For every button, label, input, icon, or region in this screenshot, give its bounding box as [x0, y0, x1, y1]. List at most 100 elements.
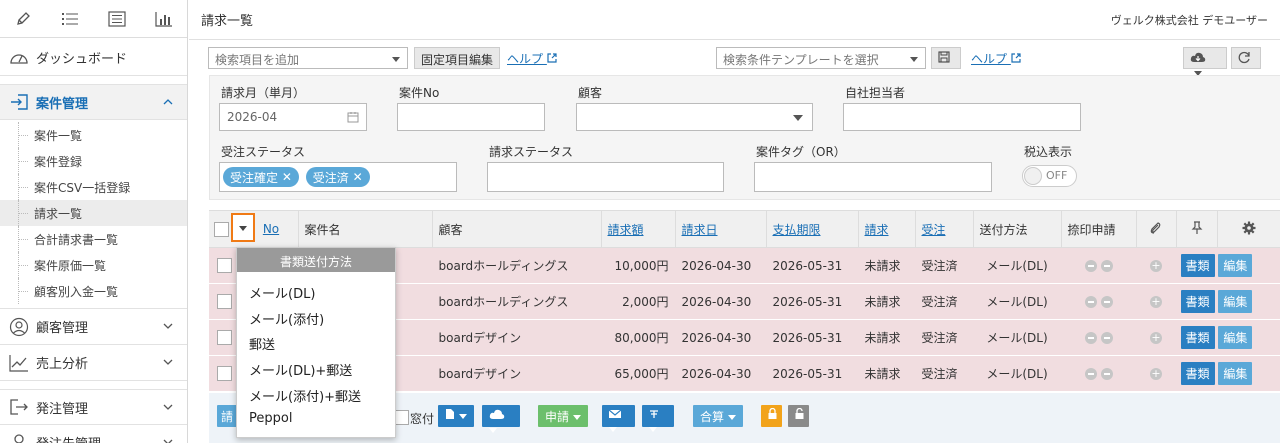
apply-menu-button[interactable]: 申請 [538, 405, 588, 427]
project-no-input[interactable] [397, 103, 545, 131]
save-template-button[interactable] [931, 47, 961, 69]
document-menu-button[interactable] [438, 405, 474, 427]
download-menu-button[interactable] [482, 405, 520, 433]
header-billing[interactable]: 請求 [858, 210, 916, 248]
window-checkbox[interactable] [394, 410, 409, 425]
help-link-2[interactable]: ヘルプ [971, 50, 1021, 67]
plus-circle-icon[interactable]: + [1150, 260, 1162, 272]
pencil-icon[interactable] [0, 11, 47, 27]
minus-circle-icon[interactable] [1100, 260, 1113, 272]
row-send-method: メール(DL) [973, 319, 1062, 356]
list-icon[interactable] [47, 11, 94, 27]
help-link[interactable]: ヘルプ [507, 50, 557, 67]
cloud-menu-button[interactable] [1183, 47, 1227, 76]
sidebar-item-customer-payments[interactable]: 顧客別入金一覧 [0, 278, 187, 304]
row-amount: 10,000円 [601, 247, 676, 284]
stamp-menu-button[interactable] [642, 405, 674, 432]
document-button[interactable]: 書類 [1180, 254, 1215, 277]
sidebar-item-billing-list[interactable]: 請求一覧 [0, 200, 187, 226]
add-search-item-select[interactable]: 検索項目を追加 [208, 47, 408, 69]
billing-status-input[interactable] [487, 162, 724, 192]
header-due[interactable]: 支払期限 [766, 210, 859, 248]
close-icon[interactable]: ✕ [282, 170, 292, 184]
header-send-method: 送付方法 [973, 210, 1062, 248]
nav-order-mgmt[interactable]: 発注管理 [0, 389, 187, 425]
header-amount[interactable]: 請求額 [601, 210, 676, 248]
popup-item[interactable]: 郵送 [237, 330, 395, 356]
minus-circle-icon[interactable] [1100, 296, 1113, 308]
row-checkbox[interactable] [217, 330, 232, 345]
row-checkbox[interactable] [217, 366, 232, 381]
gear-icon[interactable] [1242, 221, 1256, 235]
nav-supplier-mgmt[interactable]: 発注先管理 [0, 425, 187, 443]
popup-item[interactable]: Peppol [237, 407, 395, 433]
plus-circle-icon[interactable]: + [1150, 368, 1162, 380]
tax-toggle-state: OFF [1046, 169, 1068, 182]
pin-icon[interactable] [1191, 220, 1203, 235]
mail-menu-button[interactable] [602, 405, 635, 432]
minus-circle-icon[interactable] [1084, 260, 1097, 272]
row-attachment: + [1136, 319, 1177, 356]
assignee-input[interactable] [843, 103, 1081, 131]
edit-button[interactable]: 編集 [1218, 254, 1253, 277]
send-method-popup: 書類送付方法 メール(DL) メール(添付) 郵送 メール(DL)+郵送 メール… [236, 247, 396, 438]
document-button[interactable]: 書類 [1180, 290, 1215, 313]
sidebar-item-project-list[interactable]: 案件一覧 [0, 122, 187, 148]
order-status-tag[interactable]: 受注確定 ✕ [223, 167, 299, 187]
nav-dashboard-label: ダッシュボード [36, 52, 128, 67]
document-button[interactable]: 書類 [1180, 362, 1215, 385]
chevron-down-icon [163, 356, 173, 371]
edit-button[interactable]: 編集 [1218, 362, 1253, 385]
nav-sales-analysis[interactable]: 売上分析 [0, 345, 187, 381]
chevron-down-icon [163, 320, 173, 335]
header-project: 案件名 [298, 210, 433, 248]
bar-chart-icon[interactable] [140, 11, 187, 27]
row-order-status: 受注済 [915, 319, 974, 356]
plus-circle-icon[interactable]: + [1150, 332, 1162, 344]
header-bill-date-label: 請求日 [681, 222, 718, 237]
nav-dashboard[interactable]: ダッシュボード [0, 40, 187, 76]
sidebar-item-project-cost[interactable]: 案件原価一覧 [0, 252, 187, 278]
popup-item[interactable]: メール(添付)+郵送 [237, 382, 395, 408]
row-billing-status: 未請求 [858, 283, 916, 320]
order-status-input[interactable]: 受注確定 ✕ 受注済 ✕ [219, 162, 457, 192]
nav-customer-mgmt[interactable]: 顧客管理 [0, 309, 187, 345]
minus-circle-icon[interactable] [1100, 368, 1113, 380]
popup-item[interactable]: メール(DL) [237, 279, 395, 305]
customer-select[interactable] [576, 103, 813, 131]
row-checkbox[interactable] [217, 258, 232, 273]
header-no[interactable]: No [263, 222, 279, 236]
minus-circle-icon[interactable] [1084, 332, 1097, 344]
sidebar-item-project-register[interactable]: 案件登録 [0, 148, 187, 174]
plus-circle-icon[interactable]: + [1150, 296, 1162, 308]
refresh-button[interactable] [1231, 47, 1261, 69]
minus-circle-icon[interactable] [1084, 368, 1097, 380]
billing-month-input[interactable]: 2026-04 [219, 103, 367, 131]
tax-display-toggle[interactable]: OFF [1022, 165, 1077, 187]
order-status-tag[interactable]: 受注済 ✕ [305, 167, 370, 187]
nav-project-mgmt[interactable]: 案件管理 [0, 84, 187, 120]
row-checkbox[interactable] [217, 294, 232, 309]
search-template-select[interactable]: 検索条件テンプレートを選択 [716, 47, 926, 69]
unlock-button[interactable] [788, 405, 809, 427]
select-all-checkbox[interactable] [214, 221, 229, 237]
minus-circle-icon[interactable] [1100, 332, 1113, 344]
lock-button[interactable] [761, 405, 782, 427]
document-button[interactable]: 書類 [1180, 326, 1215, 349]
list-box-icon[interactable] [94, 10, 141, 27]
edit-button[interactable]: 編集 [1218, 290, 1253, 313]
send-method-dropdown-toggle[interactable] [231, 213, 255, 242]
sidebar-item-project-csv[interactable]: 案件CSV一括登録 [0, 174, 187, 200]
total-menu-button[interactable]: 合算 [693, 405, 743, 427]
sidebar-item-total-invoices[interactable]: 合計請求書一覧 [0, 226, 187, 252]
header-order[interactable]: 受注 [915, 210, 974, 248]
edit-button[interactable]: 編集 [1218, 326, 1253, 349]
close-icon[interactable]: ✕ [353, 170, 363, 184]
fixed-items-edit-button[interactable]: 固定項目編集 [414, 47, 501, 69]
sidebar: ダッシュボード 案件管理 案件一覧 案件登録 案件CSV一括登録 請求一覧 合計… [0, 0, 188, 443]
minus-circle-icon[interactable] [1084, 296, 1097, 308]
popup-item[interactable]: メール(添付) [237, 305, 395, 331]
popup-item[interactable]: メール(DL)+郵送 [237, 356, 395, 382]
project-tag-input[interactable] [754, 162, 992, 192]
header-bill-date[interactable]: 請求日 [675, 210, 767, 248]
